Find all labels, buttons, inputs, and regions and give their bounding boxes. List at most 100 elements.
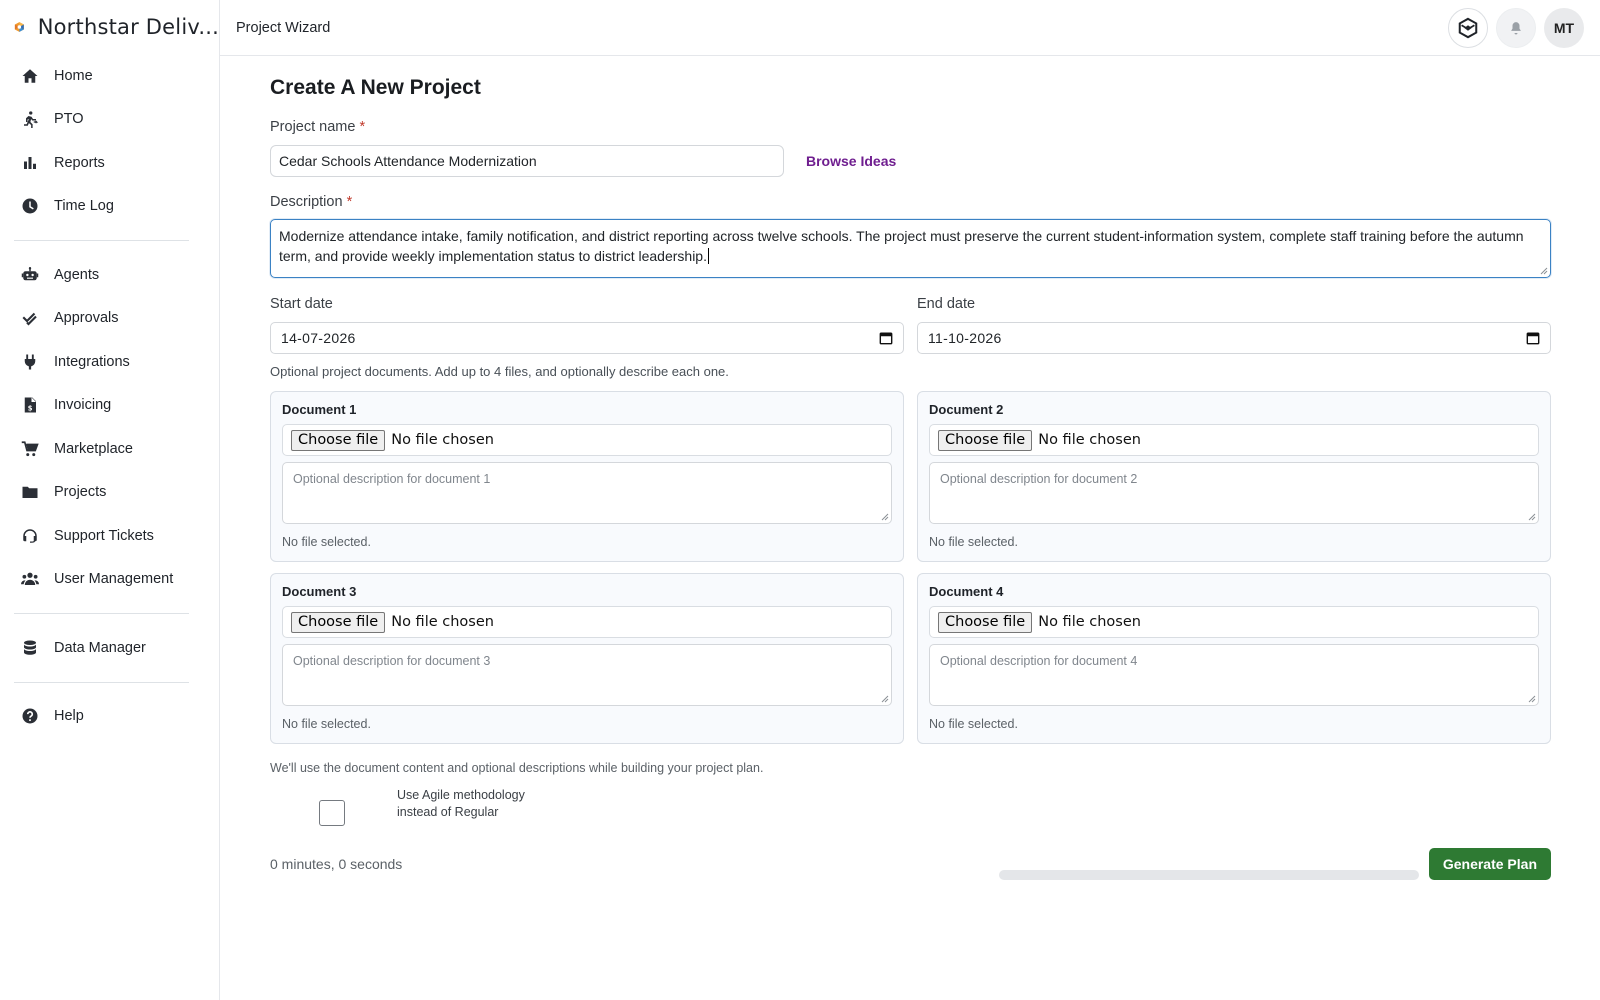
elapsed-timer: 0 minutes, 0 seconds: [270, 856, 403, 872]
document-file-note: No file selected.: [282, 717, 371, 731]
sidebar-item-label: Marketplace: [54, 440, 133, 457]
sidebar-item-label: PTO: [54, 111, 84, 128]
file-chosen-status: No file chosen: [1038, 432, 1141, 448]
sidebar-item-time-log[interactable]: Time Log: [14, 185, 189, 229]
start-date-group: Start date 14-07-2026: [270, 278, 904, 354]
sidebar-group: Agents Approvals Integrations $ Invoicing Mar…: [0, 253, 219, 601]
project-wizard-form: Create A New Project Project name * Ceda…: [270, 56, 1551, 888]
description-label-text: Description: [270, 194, 343, 210]
document-description-textarea[interactable]: Optional description for document 1: [282, 462, 892, 524]
start-date-label: Start date: [270, 296, 333, 312]
description-textarea[interactable]: Modernize attendance intake, family noti…: [270, 219, 1551, 278]
sidebar-item-reports[interactable]: Reports: [14, 141, 189, 185]
sidebar-item-user-management[interactable]: User Management: [14, 558, 189, 602]
file-chosen-status: No file chosen: [391, 614, 494, 630]
start-date-value: 14-07-2026: [281, 330, 356, 346]
resize-grip-icon[interactable]: [881, 695, 889, 703]
page-title: Project Wizard: [236, 19, 331, 36]
sidebar-divider: [14, 240, 189, 241]
bell-icon: [1511, 22, 1521, 35]
description-label: Description *: [270, 194, 1551, 210]
sidebar-item-invoicing[interactable]: $ Invoicing: [14, 384, 189, 428]
sidebar-item-marketplace[interactable]: Marketplace: [14, 427, 189, 471]
sidebar-item-label: Help: [54, 708, 84, 725]
required-asterisk: *: [359, 119, 366, 135]
document-description-textarea[interactable]: Optional description for document 3: [282, 644, 892, 706]
choose-file-button[interactable]: Choose file: [938, 611, 1033, 633]
home-icon: [20, 66, 40, 86]
generate-plan-button[interactable]: Generate Plan: [1428, 848, 1551, 880]
document-description-textarea[interactable]: Optional description for document 4: [929, 644, 1539, 706]
end-date-group: End date 11-10-2026: [917, 278, 1551, 354]
folder-icon: [20, 482, 40, 502]
notifications-button[interactable]: [1496, 8, 1536, 48]
sidebar-item-label: Reports: [54, 154, 105, 171]
documents-footnote: We'll use the document content and optio…: [270, 761, 764, 775]
document-card-1: Document 1 Choose file No file chosen Optio…: [270, 391, 904, 562]
brand[interactable]: Northstar Deliv...: [0, 0, 219, 54]
top-actions: MT: [1448, 8, 1584, 48]
resize-grip-icon[interactable]: [1540, 267, 1548, 275]
calendar-icon[interactable]: [879, 331, 893, 345]
sidebar-item-projects[interactable]: Projects: [14, 471, 189, 515]
sidebar-item-label: Support Tickets: [54, 527, 154, 544]
headset-icon: [20, 526, 40, 546]
bar-chart-icon: [20, 153, 40, 173]
sidebar-item-help[interactable]: Help: [14, 695, 189, 739]
generation-progress-bar: [999, 870, 1419, 880]
project-name-input[interactable]: Cedar Schools Attendance Modernization: [270, 145, 784, 177]
document-description-placeholder: Optional description for document 4: [940, 654, 1138, 668]
document-file-note: No file selected.: [929, 717, 1018, 731]
sidebar-group: Data Manager: [0, 626, 219, 670]
sidebar-item-pto[interactable]: PTO: [14, 98, 189, 142]
agile-label[interactable]: Use Agile methodology instead of Regular: [397, 787, 527, 821]
sidebar-item-label: Approvals: [54, 310, 119, 327]
choose-file-button[interactable]: Choose file: [291, 611, 386, 633]
database-icon: [20, 638, 40, 658]
sidebar-item-home[interactable]: Home: [14, 54, 189, 98]
end-date-label: End date: [917, 296, 976, 312]
generate-row: 0 minutes, 0 seconds Generate Plan: [270, 848, 1551, 888]
document-description-placeholder: Optional description for document 2: [940, 472, 1138, 486]
document-file-note: No file selected.: [282, 535, 371, 549]
documents-grid: Document 1 Choose file No file chosen Optio…: [270, 391, 1551, 744]
file-input: Choose file No file chosen: [929, 606, 1539, 638]
robot-icon: [20, 265, 40, 285]
agile-checkbox[interactable]: [319, 800, 345, 826]
sidebar-item-label: Agents: [54, 266, 100, 283]
document-title: Document 3: [282, 584, 357, 599]
file-chosen-status: No file chosen: [391, 432, 494, 448]
date-row: Start date 14-07-2026 End date 11-10-202…: [270, 278, 1551, 354]
sidebar-item-label: Data Manager: [54, 639, 146, 656]
sidebar-item-label: User Management: [54, 571, 174, 588]
sidebar-item-integrations[interactable]: Integrations: [14, 340, 189, 384]
clock-icon: [20, 196, 40, 216]
sidebar-item-approvals[interactable]: Approvals: [14, 297, 189, 341]
integration-cube-button[interactable]: [1448, 8, 1488, 48]
text-cursor: [707, 248, 709, 264]
start-date-input[interactable]: 14-07-2026: [270, 322, 904, 354]
sidebar-item-agents[interactable]: Agents: [14, 253, 189, 297]
calendar-icon[interactable]: [1526, 331, 1540, 345]
cube-logo-icon: [1458, 17, 1478, 39]
choose-file-button[interactable]: Choose file: [938, 429, 1033, 451]
project-name-label: Project name *: [270, 119, 1551, 135]
end-date-input[interactable]: 11-10-2026: [917, 322, 1551, 354]
sidebar-item-support-tickets[interactable]: Support Tickets: [14, 514, 189, 558]
browse-ideas-link[interactable]: Browse Ideas: [806, 153, 896, 169]
sidebar-group: Home PTO Reports Time Log: [0, 54, 219, 228]
sidebar-item-label: Time Log: [54, 198, 114, 215]
choose-file-button[interactable]: Choose file: [291, 429, 386, 451]
help-icon: [20, 706, 40, 726]
file-input: Choose file No file chosen: [282, 424, 892, 456]
user-avatar[interactable]: MT: [1544, 8, 1584, 48]
running-person-icon: [20, 109, 40, 129]
sidebar-item-label: Integrations: [54, 353, 130, 370]
resize-grip-icon[interactable]: [881, 513, 889, 521]
resize-grip-icon[interactable]: [1528, 695, 1536, 703]
document-description-textarea[interactable]: Optional description for document 2: [929, 462, 1539, 524]
sidebar-divider: [14, 681, 189, 683]
file-input: Choose file No file chosen: [282, 606, 892, 638]
sidebar-item-data-manager[interactable]: Data Manager: [14, 626, 189, 670]
resize-grip-icon[interactable]: [1528, 513, 1536, 521]
